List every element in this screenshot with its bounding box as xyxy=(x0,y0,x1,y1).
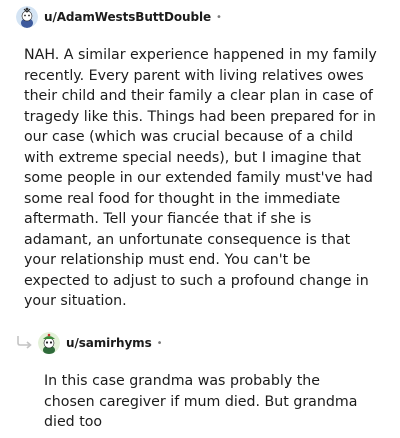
user-avatar-icon[interactable] xyxy=(38,332,60,354)
reply-arrow-icon xyxy=(16,334,34,349)
comment-body: NAH. A similar experience happened in my… xyxy=(24,47,377,309)
reply-header: u/samirhyms • xyxy=(38,331,163,355)
user-avatar-icon[interactable] xyxy=(16,6,38,28)
reply-body: In this case grandma was probably the ch… xyxy=(44,373,358,430)
separator-dot: • xyxy=(156,337,163,349)
comment-author[interactable]: u/AdamWestsButtDouble xyxy=(44,10,211,24)
comment-header: u/AdamWestsButtDouble • xyxy=(16,4,222,30)
reply-author[interactable]: u/samirhyms xyxy=(66,336,152,350)
separator-dot: • xyxy=(216,11,222,23)
